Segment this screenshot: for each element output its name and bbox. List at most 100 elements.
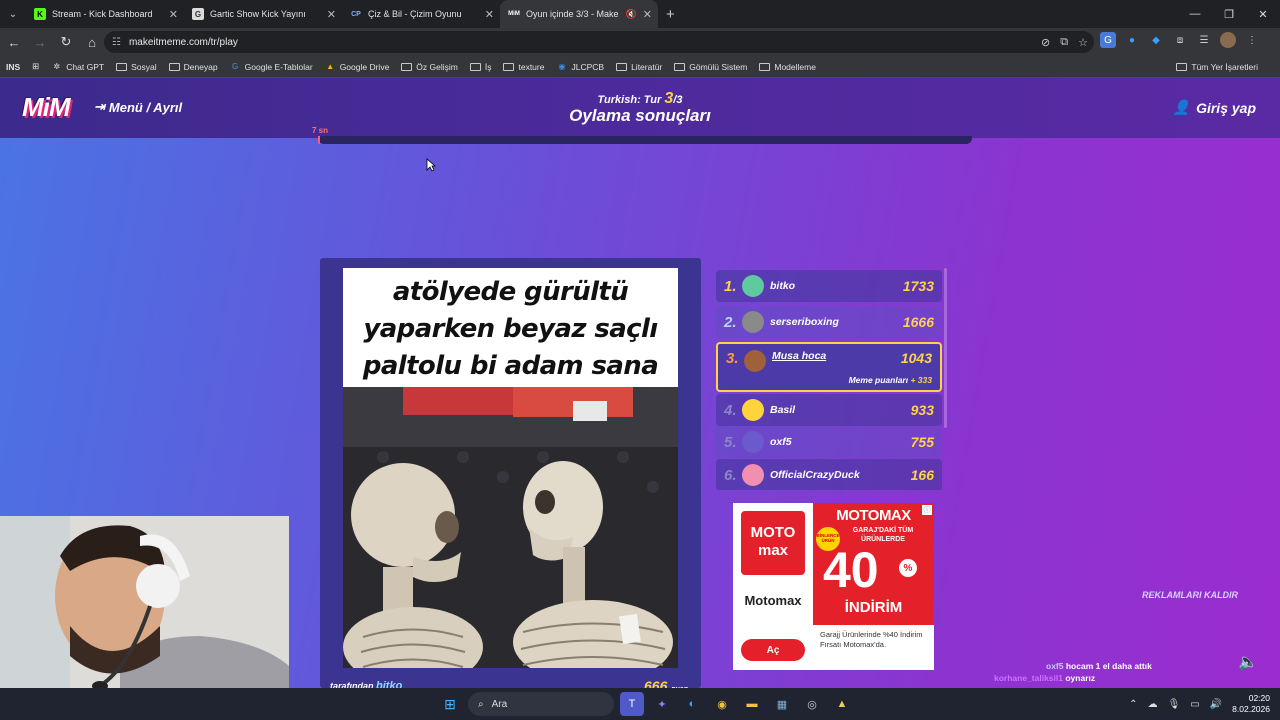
leaderboard: 1. bitko 1733 2. serseriboxing 1666 3. M… <box>716 268 948 490</box>
taskbar-search[interactable]: ⌕ Ara <box>468 692 614 716</box>
rank: 2. <box>724 313 737 331</box>
eye-off-icon[interactable]: ⊘ <box>1041 36 1050 49</box>
avatar <box>742 464 764 486</box>
folder-icon <box>1176 63 1188 71</box>
avatar <box>742 275 764 297</box>
tab-kick-dashboard[interactable]: K Stream - Kick Dashboard ✕ <box>26 0 184 28</box>
ad-info-icon[interactable]: ⓘ <box>922 505 932 515</box>
bookmark-folder-literatur[interactable]: Literatür <box>616 62 662 72</box>
clock-date: 8.02.2026 <box>1232 704 1270 714</box>
copilot-icon[interactable]: ✦ <box>650 692 674 716</box>
cloud-icon[interactable]: ☁ <box>1148 699 1158 710</box>
windows-start-icon[interactable]: ⊞ <box>438 692 462 716</box>
bookmark-folder-gomulu-sistem[interactable]: Gömülü Sistem <box>674 62 747 72</box>
player-name: OfficialCrazyDuck <box>770 469 860 481</box>
bookmark-google-drive[interactable]: ▲ Google Drive <box>325 62 389 72</box>
tab-title: Gartic Show Kick Yayını <box>210 9 306 19</box>
ad-discount-number: 40 <box>823 542 879 598</box>
speaker-icon[interactable]: 🔈 <box>1238 652 1258 672</box>
folder-icon <box>759 62 771 71</box>
restore-button[interactable]: ❐ <box>1212 0 1246 28</box>
install-icon[interactable]: ⧉ <box>1060 36 1068 49</box>
taskbar-apps: ⊞ ⌕ Ara T ✦ ◐ ◉ ▬ ▦ ◎ ▲ <box>438 692 854 716</box>
muted-speaker-icon[interactable]: 🔇 <box>626 9 637 20</box>
bookmark-star-icon[interactable]: ☆ <box>1078 36 1088 49</box>
timer-text: 7 sn <box>312 126 329 135</box>
player-score: 755 <box>910 434 934 450</box>
bookmark-folder-oz-gelisim[interactable]: Öz Gelişim <box>401 62 458 72</box>
reload-button[interactable]: ↻ <box>54 30 78 54</box>
bookmark-folder-texture[interactable]: texture <box>503 62 544 72</box>
avatar <box>742 311 764 333</box>
rank: 4. <box>724 401 737 419</box>
search-placeholder: Ara <box>491 698 508 710</box>
translate-extension-icon[interactable]: G <box>1100 32 1116 48</box>
bookmark-jlcpcb[interactable]: ◉ JLCPCB <box>556 62 604 72</box>
close-window-button[interactable]: ✕ <box>1246 0 1280 28</box>
tab-gartic[interactable]: G Gartic Show Kick Yayını ✕ <box>184 0 342 28</box>
all-bookmarks-folder[interactable]: Tüm Yer İşaretleri <box>1176 56 1258 78</box>
leaderboard-row: 6. OfficialCrazyDuck 166 <box>716 459 942 490</box>
player-name[interactable]: Musa hoca <box>772 350 901 362</box>
microphone-icon[interactable]: 🎙 <box>1168 699 1181 710</box>
bookmark-label: Literatür <box>631 61 663 72</box>
file-explorer-icon[interactable]: ▬ <box>740 692 764 716</box>
bookmark-folder-modelleme[interactable]: Modelleme <box>759 62 816 72</box>
tab-search-button[interactable]: ⌄ <box>0 0 26 28</box>
edge-icon[interactable]: ◐ <box>680 692 704 716</box>
profile-avatar[interactable] <box>1220 32 1236 48</box>
bookmark-chatgpt[interactable]: ✲ Chat GPT <box>51 62 104 72</box>
ad-open-button[interactable]: Aç <box>741 639 805 661</box>
extension-icon[interactable]: ● <box>1124 32 1140 48</box>
folder-icon <box>674 62 686 71</box>
remove-ads-link[interactable]: REKLAMLARI KALDIR <box>1142 590 1238 600</box>
close-icon[interactable]: ✕ <box>327 8 336 21</box>
bookmark-folder-is[interactable]: İş <box>469 62 491 72</box>
bookmark-folder-deneyap[interactable]: Deneyap <box>168 62 218 72</box>
chevron-up-icon[interactable]: ⌃ <box>1129 699 1137 710</box>
motomax-ad[interactable]: MOTO max Motomax Aç MOTOMAX BİNLERCE ÜRÜ… <box>733 503 934 670</box>
bookmark-folder-sosyal[interactable]: Sosyal <box>116 62 157 72</box>
tab-ciz-bil[interactable]: CP Çiz & Bil - Çizim Oyunu ✕ <box>342 0 500 28</box>
close-icon[interactable]: ✕ <box>169 8 178 21</box>
leaderboard-scrollbar[interactable] <box>944 268 947 428</box>
app-icon[interactable]: ▲ <box>830 692 854 716</box>
close-icon[interactable]: ✕ <box>643 8 652 21</box>
meme-points-bonus: Meme puanları + 333 <box>849 375 932 385</box>
tab-title: Stream - Kick Dashboard <box>52 9 153 19</box>
tab-make-it-meme[interactable]: MiM Oyun içinde 3/3 - Make it M 🔇 ✕ <box>500 0 658 28</box>
extensions-area: G ● ◆ ⧈ ☰ ⋮ <box>1100 32 1260 48</box>
bookmark-label: Gömülü Sistem <box>689 61 748 72</box>
minimize-button[interactable]: — <box>1178 0 1212 28</box>
url-text: makeitmeme.com/tr/play <box>128 36 238 48</box>
kebab-menu-icon[interactable]: ⋮ <box>1244 32 1260 48</box>
home-button[interactable]: ⌂ <box>80 30 104 54</box>
close-icon[interactable]: ✕ <box>485 8 494 21</box>
reading-list-icon[interactable]: ☰ <box>1196 32 1212 48</box>
ad-headline: MOTOMAX <box>836 507 911 524</box>
volume-icon[interactable]: 🔊 <box>1210 699 1222 710</box>
site-info-icon[interactable]: ☷ <box>112 37 121 48</box>
display-icon[interactable]: ▭ <box>1190 699 1199 710</box>
bookmark-label: Tüm Yer İşaretleri <box>1191 62 1258 72</box>
obs-icon[interactable]: ◎ <box>800 692 824 716</box>
forward-button[interactable]: → <box>28 30 52 54</box>
new-tab-button[interactable]: + <box>658 6 683 23</box>
login-button[interactable]: 👤 Giriş yap <box>1173 99 1256 116</box>
chrome-icon[interactable]: ◉ <box>710 692 734 716</box>
puzzle-icon[interactable]: ⧈ <box>1172 32 1188 48</box>
kick-icon: K <box>34 8 46 20</box>
apps-grid-icon[interactable]: ⊞ <box>32 61 39 72</box>
clock[interactable]: 02:20 8.02.2026 <box>1232 693 1270 715</box>
round-prefix: Turkish: Tur <box>597 94 662 106</box>
bookmark-google-sheets[interactable]: G Google E-Tablolar <box>230 62 313 72</box>
bookmark-label: Öz Gelişim <box>416 61 458 72</box>
gartic-icon: G <box>192 8 204 20</box>
back-button[interactable]: ← <box>2 30 26 54</box>
bookmark-ins[interactable]: INS <box>6 62 20 72</box>
player-score: 1733 <box>902 278 934 294</box>
extension-icon[interactable]: ◆ <box>1148 32 1164 48</box>
address-bar[interactable]: ☷ makeitmeme.com/tr/play ⊘ ⧉ ☆ <box>104 31 1094 53</box>
teams-icon[interactable]: T <box>620 692 644 716</box>
terminal-icon[interactable]: ▦ <box>770 692 794 716</box>
